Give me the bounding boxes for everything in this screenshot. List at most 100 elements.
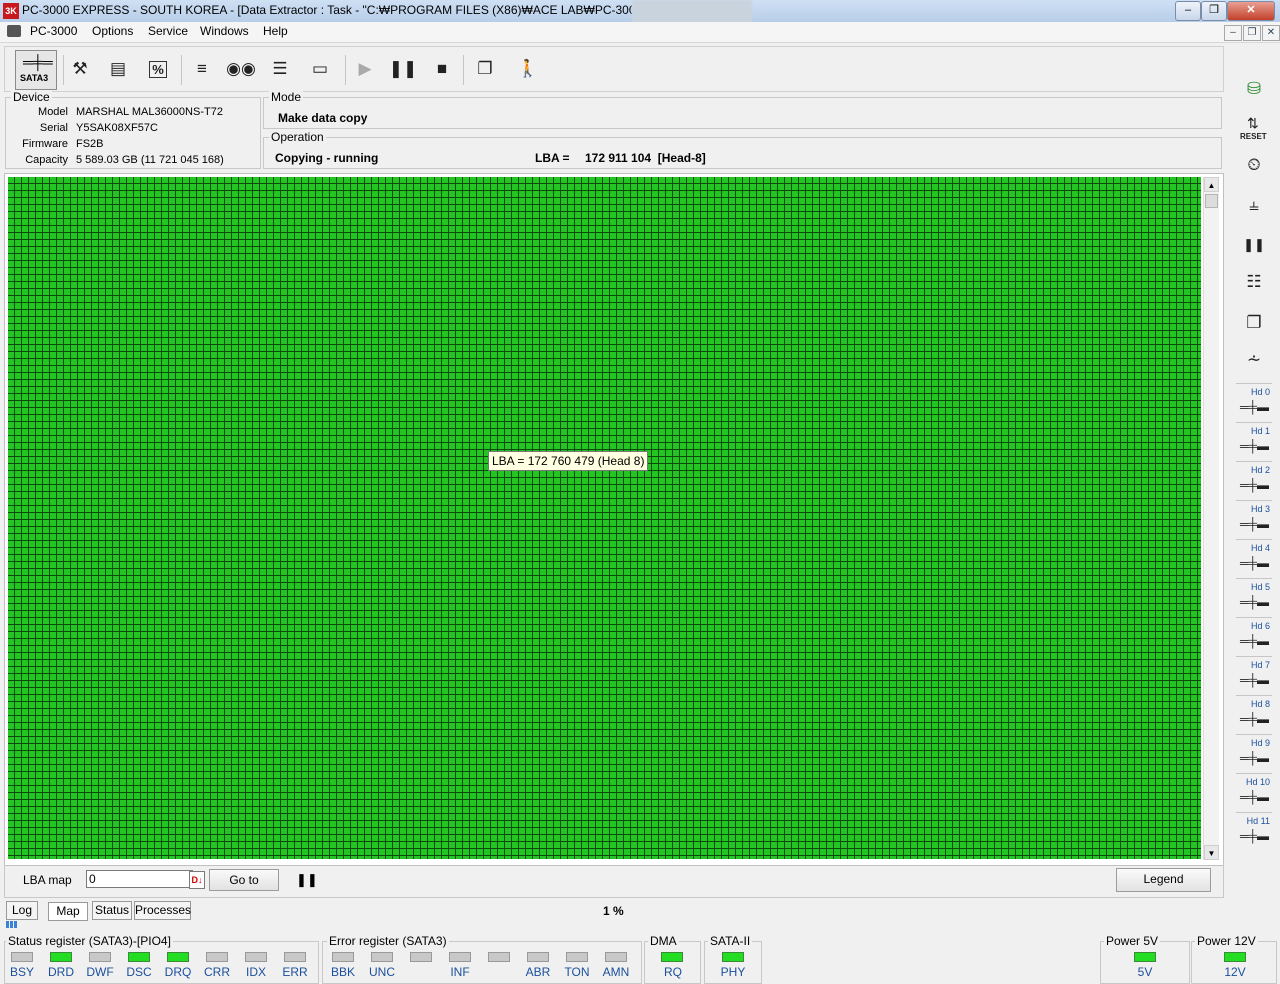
id-button[interactable]: ▤ <box>103 53 133 85</box>
document-icon <box>7 25 21 37</box>
head-icon: ═╪▬ <box>1240 634 1270 648</box>
status-bit-led <box>167 952 189 962</box>
tab-status[interactable]: Status <box>92 901 132 920</box>
head-label: Hd 2 <box>1250 465 1270 475</box>
head-5-button[interactable]: Hd 5 ═╪▬ <box>1236 578 1272 613</box>
restore-icon: ❐ <box>1209 4 1219 16</box>
search-button[interactable]: ◉◉ <box>226 53 256 85</box>
head-6-button[interactable]: Hd 6 ═╪▬ <box>1236 617 1272 652</box>
menu-help[interactable]: Help <box>263 24 288 38</box>
lba-map-grid[interactable] <box>8 177 1201 859</box>
right-pause-button[interactable]: ❚❚ <box>1235 227 1273 261</box>
head-icon: ═╪▬ <box>1240 829 1270 843</box>
error-bit-label: INF <box>450 965 470 979</box>
heads-map-button[interactable]: ⩪ <box>1235 343 1273 377</box>
scroll-thumb[interactable] <box>1205 194 1218 208</box>
legend-button[interactable]: Legend <box>1116 868 1211 892</box>
progress-bar-fill <box>6 921 18 928</box>
head-1-button[interactable]: Hd 1 ═╪▬ <box>1236 422 1272 457</box>
drive-icon: ▭ <box>311 59 329 78</box>
progress-percent: 1 % <box>603 904 624 918</box>
copy-windows-button[interactable]: ❐ <box>470 53 500 85</box>
error-bit-led <box>488 952 510 962</box>
stop-button[interactable]: ■ <box>427 53 457 85</box>
head-2-button[interactable]: Hd 2 ═╪▬ <box>1236 461 1272 496</box>
operation-lba-value: 172 911 104 [Head-8] <box>585 151 706 165</box>
toolbar-separator <box>463 55 464 85</box>
menu-windows[interactable]: Windows <box>200 24 249 38</box>
mdi-minimize-button[interactable]: – <box>1224 25 1242 41</box>
capacity-value: 5 589.03 GB (11 721 045 168) <box>76 154 224 166</box>
sata-port-button[interactable]: ═╪═ SATA3 <box>15 50 57 90</box>
head-label: Hd 4 <box>1250 543 1270 553</box>
head-10-button[interactable]: Hd 10 ═╪▬ <box>1236 773 1272 808</box>
exit-icon: 🚶 <box>517 59 539 78</box>
head-11-button[interactable]: Hd 11 ═╪▬ <box>1236 812 1272 847</box>
sata-title: SATA-II <box>708 934 753 948</box>
head-8-button[interactable]: Hd 8 ═╪▬ <box>1236 695 1272 730</box>
power-12v-group: Power 12V 12V <box>1191 934 1277 984</box>
tab-log[interactable]: Log <box>6 901 38 920</box>
map-pause-button[interactable]: ❚❚ <box>296 872 318 888</box>
lba-input[interactable] <box>86 870 193 888</box>
mdi-close-button[interactable]: ✕ <box>1262 25 1280 41</box>
tab-processes[interactable]: Processes <box>134 901 191 920</box>
menu-pc3000[interactable]: PC-3000 <box>30 24 77 38</box>
scroll-up-button[interactable]: ▲ <box>1204 177 1219 192</box>
maximize-button[interactable]: ❐ <box>1201 1 1227 21</box>
scroll-down-button[interactable]: ▼ <box>1204 845 1219 860</box>
drive-button[interactable]: ▭ <box>305 53 335 85</box>
play-button[interactable]: ▶ <box>350 53 380 85</box>
plug-icon: ⫨ <box>1249 195 1259 214</box>
power-5v-led <box>1134 952 1156 962</box>
head-0-button[interactable]: Hd 0 ═╪▬ <box>1236 383 1272 418</box>
tools-button[interactable]: ⚒ <box>65 53 95 85</box>
status-bit-led <box>284 952 306 962</box>
menu-service[interactable]: Service <box>148 24 188 38</box>
sata-phy-led <box>722 952 744 962</box>
goto-button[interactable]: Go to <box>209 869 279 891</box>
status-bit-led <box>245 952 267 962</box>
lba-format-button[interactable]: D↓ <box>189 871 205 889</box>
registers-icon: ≡ <box>197 59 207 78</box>
head-4-button[interactable]: Hd 4 ═╪▬ <box>1236 539 1272 574</box>
minimize-button[interactable]: – <box>1175 1 1201 21</box>
drive-id-icon: ▤ <box>109 59 127 78</box>
power-5v-group: Power 5V 5V <box>1100 934 1190 984</box>
database-button[interactable]: ⛁ <box>1235 72 1273 106</box>
tab-map[interactable]: Map <box>48 902 88 921</box>
close-icon: ✕ <box>1246 4 1256 16</box>
status-bit-label: BSY <box>9 965 34 979</box>
error-bit-led <box>449 952 471 962</box>
error-bit-label: AMN <box>602 965 630 979</box>
pause-button[interactable]: ❚❚ <box>388 53 418 85</box>
reset-button[interactable]: ⇅ RESET <box>1235 112 1273 146</box>
power-meter-button[interactable]: ⏲ <box>1235 148 1273 182</box>
toolbar-separator <box>181 55 182 85</box>
sata-power-button[interactable]: ⫨ <box>1235 188 1273 222</box>
mode-value: Make data copy <box>278 111 368 125</box>
right-toolbar: ⛁ ⇅ RESET ⏲ ⫨ ❚❚ ☷ ❐ ⩪ Hd 0 ═╪▬ Hd 1 ═╪▬ Hd … <box>1235 60 1275 850</box>
mode-group: Mode Make data copy <box>263 90 1222 129</box>
mdi-restore-button[interactable]: ❐ <box>1243 25 1261 41</box>
status-bit-label: ERR <box>282 965 308 979</box>
exit-button[interactable]: 🚶 <box>513 53 543 85</box>
dma-rq-label: RQ <box>664 965 682 979</box>
play-icon: ▶ <box>358 59 372 78</box>
percent-button[interactable]: % <box>143 53 173 85</box>
menu-options[interactable]: Options <box>92 24 133 38</box>
head-3-button[interactable]: Hd 3 ═╪▬ <box>1236 500 1272 535</box>
map-tooltip: LBA = 172 760 479 (Head 8) <box>488 451 649 471</box>
heads-off-button[interactable]: ☷ <box>1235 265 1273 299</box>
copy-close-button[interactable]: ❐ <box>1235 306 1273 340</box>
head-7-button[interactable]: Hd 7 ═╪▬ <box>1236 656 1272 691</box>
map-vertical-scrollbar[interactable]: ▲ ▼ <box>1203 177 1219 860</box>
mode-group-title: Mode <box>269 90 304 104</box>
stack-button[interactable]: ☰ <box>265 53 295 85</box>
title-bar: 3K PC-3000 EXPRESS - SOUTH KOREA - [Data… <box>0 0 1280 28</box>
percent-icon: % <box>149 61 167 78</box>
head-9-button[interactable]: Hd 9 ═╪▬ <box>1236 734 1272 769</box>
close-button[interactable]: ✕ <box>1227 1 1275 21</box>
power-5v-label: 5V <box>1137 965 1153 979</box>
smart-button[interactable]: ≡ <box>187 53 217 85</box>
